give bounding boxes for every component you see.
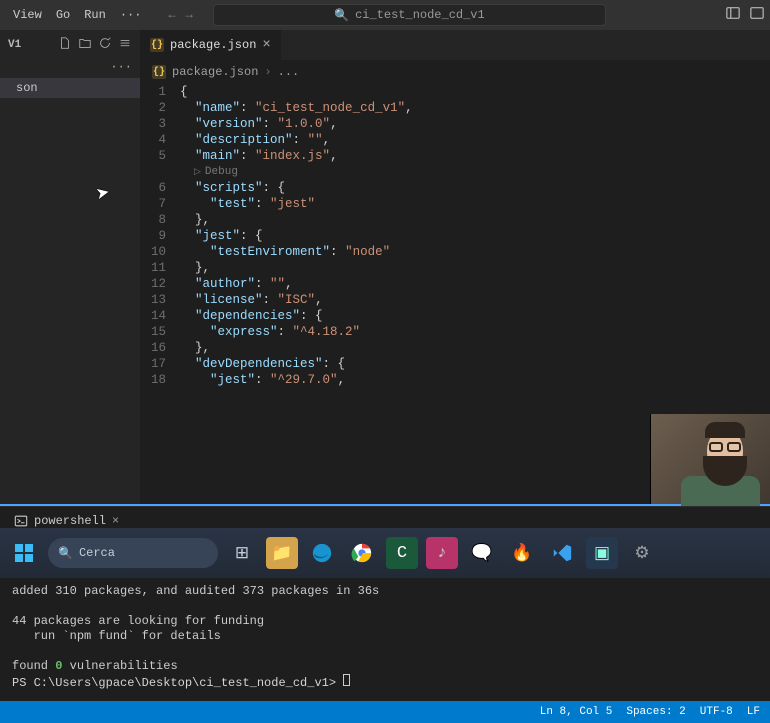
chevron-right-icon: › — [264, 65, 271, 79]
tab-filename: package.json — [170, 38, 256, 52]
breadcrumb-more: ... — [278, 65, 300, 79]
breadcrumb-file: package.json — [172, 65, 258, 79]
taskbar-app-generic-3[interactable]: 🗨️ — [466, 537, 498, 569]
taskbar-app-chrome[interactable] — [346, 537, 378, 569]
taskbar-app-edge[interactable] — [306, 537, 338, 569]
taskbar-app-vscode[interactable] — [546, 537, 578, 569]
search-icon: 🔍 — [334, 8, 349, 23]
code-line[interactable]: 17 "devDependencies": { — [140, 356, 770, 372]
taskbar-search[interactable]: 🔍 Cerca — [48, 538, 218, 568]
taskbar-app-explorer[interactable]: 📁 — [266, 537, 298, 569]
json-file-icon: {} — [150, 38, 164, 52]
code-line[interactable]: 6 "scripts": { — [140, 180, 770, 196]
new-folder-icon[interactable] — [78, 36, 92, 54]
windows-taskbar: 🔍 Cerca ⊞ 📁 C ♪ 🗨️ 🔥 ▣ ⚙ — [0, 528, 770, 578]
code-line[interactable]: 10 "testEnviroment": "node" — [140, 244, 770, 260]
menu-overflow[interactable]: ··· — [113, 8, 149, 22]
code-line[interactable]: 12 "author": "", — [140, 276, 770, 292]
json-file-icon: {} — [152, 65, 166, 79]
nav-forward-icon[interactable]: → — [186, 8, 193, 22]
collapse-icon[interactable] — [118, 36, 132, 54]
explorer-title: V1 — [8, 39, 21, 51]
search-label: ci_test_node_cd_v1 — [355, 8, 485, 22]
code-line[interactable]: 8 }, — [140, 212, 770, 228]
code-line[interactable]: 13 "license": "ISC", — [140, 292, 770, 308]
taskbar-app-generic-1[interactable]: C — [386, 537, 418, 569]
search-icon: 🔍 — [58, 546, 73, 561]
menu-item-view[interactable]: View — [6, 8, 49, 22]
layout-sidebar-icon[interactable] — [750, 6, 764, 24]
tab-package-json[interactable]: {} package.json × — [140, 30, 281, 60]
terminal-tab-label: powershell — [34, 514, 106, 528]
command-center-search[interactable]: 🔍 ci_test_node_cd_v1 — [213, 4, 606, 26]
close-terminal-icon[interactable]: × — [112, 514, 119, 528]
code-line[interactable]: 7 "test": "jest" — [140, 196, 770, 212]
status-cursor-pos[interactable]: Ln 8, Col 5 — [540, 706, 613, 718]
code-line[interactable]: 3 "version": "1.0.0", — [140, 116, 770, 132]
code-line[interactable]: 11 }, — [140, 260, 770, 276]
status-bar: Ln 8, Col 5 Spaces: 2 UTF-8 LF — [0, 701, 770, 723]
refresh-icon[interactable] — [98, 36, 112, 54]
code-line[interactable]: 2 "name": "ci_test_node_cd_v1", — [140, 100, 770, 116]
close-tab-icon[interactable]: × — [262, 37, 270, 53]
code-line[interactable]: 16 }, — [140, 340, 770, 356]
taskbar-app-generic-2[interactable]: ♪ — [426, 537, 458, 569]
new-file-icon[interactable] — [58, 36, 72, 54]
webcam-overlay — [650, 414, 770, 504]
layout-panel-icon[interactable] — [726, 6, 740, 24]
breadcrumb[interactable]: {} package.json › ... — [140, 60, 770, 84]
sidebar-more-button[interactable]: ··· — [0, 60, 140, 78]
codelens-debug[interactable]: ▷ Debug — [140, 164, 770, 180]
menu-item-run[interactable]: Run — [77, 8, 113, 22]
title-bar: View Go Run ··· ← → 🔍 ci_test_node_cd_v1 — [0, 0, 770, 30]
code-line[interactable]: 4 "description": "", — [140, 132, 770, 148]
nav-arrows: ← → — [168, 8, 192, 22]
code-line[interactable]: 9 "jest": { — [140, 228, 770, 244]
code-line[interactable]: 14 "dependencies": { — [140, 308, 770, 324]
code-line[interactable]: 18 "jest": "^29.7.0", — [140, 372, 770, 388]
status-encoding[interactable]: UTF-8 — [700, 706, 733, 718]
taskbar-app-generic-4[interactable]: 🔥 — [506, 537, 538, 569]
status-spaces[interactable]: Spaces: 2 — [626, 706, 685, 718]
code-line[interactable]: 1{ — [140, 84, 770, 100]
taskbar-app-generic-6[interactable]: ⚙ — [626, 537, 658, 569]
file-item-package-json[interactable]: son — [0, 78, 140, 98]
code-line[interactable]: 5 "main": "index.js", — [140, 148, 770, 164]
nav-back-icon[interactable]: ← — [168, 8, 175, 22]
start-button[interactable] — [8, 537, 40, 569]
explorer-sidebar: V1 ··· son — [0, 30, 140, 506]
status-eol[interactable]: LF — [747, 706, 760, 718]
menu-item-go[interactable]: Go — [49, 8, 77, 22]
code-line[interactable]: 15 "express": "^4.18.2" — [140, 324, 770, 340]
taskbar-app-generic-5[interactable]: ▣ — [586, 537, 618, 569]
task-view-icon[interactable]: ⊞ — [226, 537, 258, 569]
taskbar-search-placeholder: Cerca — [79, 546, 115, 560]
editor-tab-bar: {} package.json × — [140, 30, 770, 60]
